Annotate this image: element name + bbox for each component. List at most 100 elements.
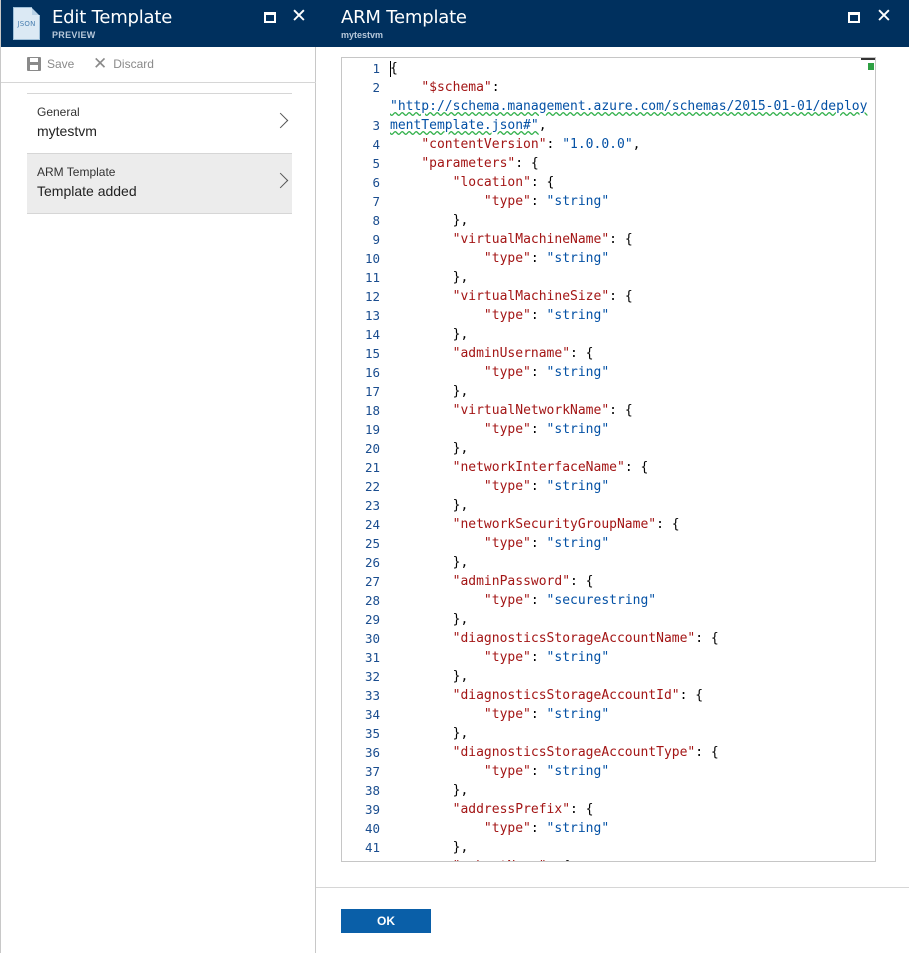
json-punctuation: : { bbox=[570, 802, 594, 817]
line-number: 11 bbox=[364, 270, 380, 285]
json-string: "string" bbox=[546, 251, 610, 266]
close-button[interactable]: ✕ bbox=[876, 7, 892, 26]
ok-button[interactable]: OK bbox=[341, 909, 431, 933]
json-key: "parameters" bbox=[421, 156, 516, 171]
nav-item-arm-template[interactable]: ARM Template Template added bbox=[27, 153, 292, 213]
code-line: "networkInterfaceName": { bbox=[390, 458, 649, 477]
json-punctuation bbox=[390, 422, 484, 437]
json-punctuation: : { bbox=[547, 859, 570, 861]
json-punctuation: { bbox=[390, 61, 398, 76]
blade-title: ARM Template bbox=[341, 7, 467, 28]
json-punctuation: : bbox=[491, 80, 500, 95]
line-number: 33 bbox=[364, 688, 380, 703]
json-punctuation bbox=[390, 802, 453, 817]
line-number: 8 bbox=[372, 213, 380, 228]
json-punctuation bbox=[390, 479, 484, 494]
json-punctuation bbox=[390, 232, 453, 247]
maximize-button[interactable] bbox=[846, 10, 862, 26]
code-line: "networkSecurityGroupName": { bbox=[390, 515, 680, 534]
save-button[interactable]: Save bbox=[27, 57, 74, 71]
json-punctuation: : bbox=[530, 194, 547, 209]
nav-item-label: ARM Template bbox=[37, 165, 116, 179]
json-string: "string" bbox=[546, 308, 610, 323]
json-punctuation: : bbox=[546, 137, 563, 152]
line-number: 24 bbox=[364, 517, 380, 532]
json-punctuation bbox=[390, 536, 484, 551]
json-string: "string" bbox=[546, 194, 610, 209]
code-line: "http://schema.management.azure.com/sche… bbox=[390, 97, 867, 116]
json-punctuation: : { bbox=[624, 460, 649, 475]
json-punctuation: : bbox=[530, 251, 547, 266]
json-key: "adminPassword" bbox=[452, 574, 571, 589]
line-number: 12 bbox=[364, 289, 380, 304]
code-line: "type": "string" bbox=[390, 648, 609, 667]
line-number: 2 bbox=[372, 80, 380, 95]
json-punctuation bbox=[390, 859, 453, 861]
json-punctuation: , bbox=[632, 137, 641, 152]
line-number: 17 bbox=[364, 384, 380, 399]
json-punctuation bbox=[390, 574, 453, 589]
code-line: "diagnosticsStorageAccountId": { bbox=[390, 686, 703, 705]
json-key: "type" bbox=[483, 251, 531, 266]
code-line: }, bbox=[390, 496, 469, 515]
schema-url: mentTemplate.json#" bbox=[390, 118, 539, 133]
json-punctuation: }, bbox=[390, 669, 469, 684]
json-punctuation: }, bbox=[390, 270, 469, 285]
close-icon: ✕ bbox=[876, 5, 892, 27]
json-punctuation: }, bbox=[390, 441, 469, 456]
code-line: "type": "string" bbox=[390, 819, 609, 838]
json-punctuation: : { bbox=[530, 175, 555, 190]
line-number: 39 bbox=[364, 802, 380, 817]
line-number: 15 bbox=[364, 346, 380, 361]
blade-title: Edit Template bbox=[52, 7, 173, 28]
json-string: "string" bbox=[546, 422, 610, 437]
code-line: "location": { bbox=[390, 173, 555, 192]
json-string: "1.0.0.0" bbox=[562, 137, 633, 152]
json-key: "diagnosticsStorageAccountId" bbox=[452, 688, 680, 703]
json-punctuation bbox=[390, 764, 484, 779]
json-punctuation bbox=[390, 346, 453, 361]
discard-button[interactable]: ✕ Discard bbox=[93, 54, 154, 74]
maximize-button[interactable] bbox=[262, 10, 278, 26]
json-punctuation: : bbox=[530, 365, 547, 380]
line-number: 6 bbox=[372, 175, 380, 190]
json-punctuation: : { bbox=[695, 745, 719, 760]
save-label: Save bbox=[47, 57, 75, 71]
code-line: mentTemplate.json#", bbox=[390, 116, 547, 135]
line-number: 3 bbox=[372, 118, 380, 133]
json-punctuation bbox=[390, 289, 453, 304]
json-punctuation: , bbox=[538, 118, 547, 133]
discard-icon: ✕ bbox=[93, 54, 108, 74]
json-key: "networkInterfaceName" bbox=[452, 460, 625, 475]
json-key: "type" bbox=[483, 593, 531, 608]
json-punctuation: }, bbox=[390, 783, 469, 798]
line-number: 14 bbox=[364, 327, 380, 342]
json-punctuation: : { bbox=[570, 346, 594, 361]
divider bbox=[27, 213, 292, 214]
divider bbox=[316, 887, 909, 888]
code-line: "virtualMachineName": { bbox=[390, 230, 633, 249]
arm-template-blade: ARM Template mytestvm ✕ 1 2 3 4 5 6 7 8 9 10 11 12 1… bbox=[316, 0, 909, 953]
code-line: "virtualMachineSize": { bbox=[390, 287, 633, 306]
line-number: 5 bbox=[372, 156, 380, 171]
code-line: { bbox=[390, 59, 398, 78]
json-punctuation bbox=[390, 308, 484, 323]
code-line: "addressPrefix": { bbox=[390, 800, 594, 819]
json-punctuation: }, bbox=[390, 498, 469, 513]
json-punctuation: : bbox=[530, 650, 547, 665]
json-string: "string" bbox=[546, 536, 610, 551]
line-number: 31 bbox=[364, 650, 380, 665]
line-number: 26 bbox=[364, 555, 380, 570]
close-button[interactable]: ✕ bbox=[291, 7, 307, 26]
code-line: "contentVersion": "1.0.0.0", bbox=[390, 135, 640, 154]
json-file-icon: JSON bbox=[13, 7, 40, 40]
json-punctuation bbox=[390, 460, 453, 475]
json-code-editor[interactable]: 1 2 3 4 5 6 7 8 9 10 11 12 13 14 15 16 17 18 19 20 21 22 23 24 2… bbox=[341, 57, 876, 862]
nav-item-general[interactable]: General mytestvm bbox=[27, 93, 292, 153]
line-number: 4 bbox=[372, 137, 380, 152]
json-punctuation: }, bbox=[390, 327, 469, 342]
edit-template-blade: JSON Edit Template PREVIEW ✕ Save ✕ Disc… bbox=[0, 0, 316, 953]
json-punctuation: : bbox=[530, 764, 547, 779]
json-string: "string" bbox=[546, 479, 610, 494]
line-number: 21 bbox=[364, 460, 380, 475]
